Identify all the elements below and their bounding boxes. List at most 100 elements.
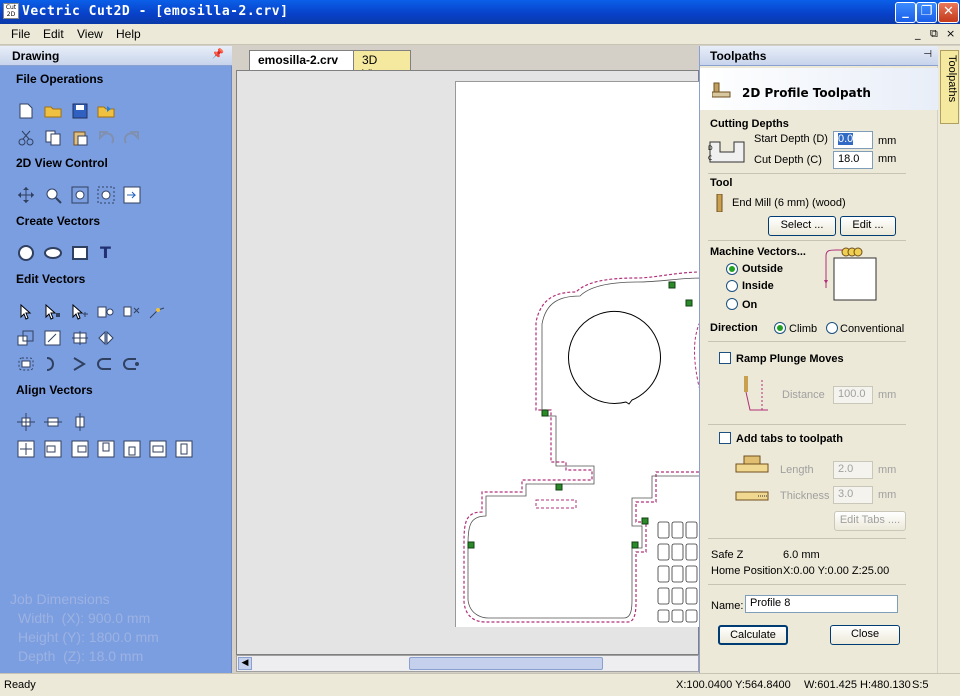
calculate-button[interactable]: Calculate: [718, 625, 788, 645]
ungroup-icon[interactable]: [122, 302, 141, 321]
import-icon[interactable]: [96, 101, 115, 120]
restore-button[interactable]: ❐: [916, 2, 937, 23]
tab-marker[interactable]: [685, 299, 693, 307]
tab-marker[interactable]: [668, 281, 676, 289]
edit-tool-button[interactable]: Edit ...: [840, 216, 896, 236]
close-button[interactable]: ✕: [938, 2, 959, 23]
circle-icon[interactable]: [16, 243, 35, 262]
zoom-all-icon[interactable]: [70, 185, 89, 204]
align-horizontal-icon[interactable]: [148, 439, 167, 458]
close-vector-icon[interactable]: [96, 354, 115, 373]
title-bar[interactable]: Cut 2D Vectric Cut2D - [emosilla-2.crv] …: [0, 0, 960, 24]
mdi-minimize-button[interactable]: _: [915, 27, 921, 40]
menu-file[interactable]: File: [11, 27, 30, 41]
ramp-distance-input[interactable]: 100.0: [833, 386, 873, 404]
ramp-checkbox[interactable]: [719, 352, 731, 364]
scroll-thumb[interactable]: [409, 657, 603, 670]
scale-icon[interactable]: [16, 328, 35, 347]
align-center-icon[interactable]: [16, 412, 35, 431]
align-horizontal-center-icon[interactable]: [43, 412, 62, 431]
mdi-close-button[interactable]: ×: [946, 27, 955, 40]
cut-icon[interactable]: [16, 128, 35, 147]
drawing-view[interactable]: [236, 70, 703, 655]
round-hole: [567, 310, 661, 405]
menu-help[interactable]: Help: [116, 27, 141, 41]
job-width: Width (X): 900.0 mm: [18, 610, 151, 626]
menu-edit[interactable]: Edit: [43, 27, 64, 41]
save-icon[interactable]: [70, 101, 89, 120]
redo-icon[interactable]: [122, 128, 141, 147]
section-create-vectors: Create Vectors: [16, 214, 101, 228]
slot-toolpath: [535, 499, 577, 509]
align-top-icon[interactable]: [96, 439, 115, 458]
rectangle-icon[interactable]: [70, 243, 89, 262]
side-tab-toolpaths[interactable]: Toolpaths: [940, 50, 959, 124]
scroll-left-icon[interactable]: ◀: [238, 657, 252, 670]
zoom-page-icon[interactable]: [122, 185, 141, 204]
menu-view[interactable]: View: [77, 27, 103, 41]
radio-conventional[interactable]: [826, 322, 838, 334]
zoom-selection-icon[interactable]: [96, 185, 115, 204]
radio-on[interactable]: [726, 298, 738, 310]
job-height: Height (Y): 1800.0 mm: [18, 629, 159, 645]
start-depth-label: Start Depth (D): [754, 133, 828, 145]
mdi-restore-button[interactable]: ⧉: [930, 27, 938, 41]
undo-icon[interactable]: [96, 128, 115, 147]
tab-thickness-input[interactable]: 3.0: [833, 486, 873, 504]
align-vertical-icon[interactable]: [174, 439, 193, 458]
align-right-icon[interactable]: [70, 439, 89, 458]
group-icon[interactable]: [96, 302, 115, 321]
join-icon[interactable]: [148, 302, 167, 321]
transform-icon[interactable]: [70, 302, 89, 321]
tab-marker[interactable]: [555, 483, 563, 491]
radio-climb[interactable]: [774, 322, 786, 334]
ramp-distance-label: Distance: [782, 389, 825, 401]
drawing-panel-header: Drawing 📌: [0, 46, 232, 66]
move-icon[interactable]: [70, 328, 89, 347]
copy-icon[interactable]: [43, 128, 62, 147]
tab-emosilla[interactable]: emosilla-2.crv: [249, 50, 361, 70]
open-folder-icon[interactable]: [43, 101, 62, 120]
toolpath-panel-title: Toolpaths: [710, 49, 767, 63]
mirror-icon[interactable]: [96, 328, 115, 347]
edit-tabs-button[interactable]: Edit Tabs ....: [834, 511, 906, 531]
align-vertical-center-icon[interactable]: [70, 412, 89, 431]
select-icon[interactable]: [16, 302, 35, 321]
radio-inside[interactable]: [726, 280, 738, 292]
paste-icon[interactable]: [70, 128, 89, 147]
ellipse-icon[interactable]: [43, 243, 62, 262]
trim-icon[interactable]: [70, 354, 89, 373]
toolpath-name-input[interactable]: Profile 8: [745, 595, 898, 613]
select-tool-button[interactable]: Select ...: [768, 216, 836, 236]
text-icon[interactable]: T: [96, 243, 115, 262]
offset-icon[interactable]: [16, 354, 35, 373]
align-centers-icon[interactable]: [16, 439, 35, 458]
vector-drawing: [463, 271, 703, 623]
tabs-checkbox[interactable]: [719, 432, 731, 444]
tab-length-input[interactable]: 2.0: [833, 461, 873, 479]
material-sheet[interactable]: [455, 81, 703, 627]
zoom-icon[interactable]: [43, 185, 62, 204]
align-bottom-icon[interactable]: [122, 439, 141, 458]
align-left-icon[interactable]: [43, 439, 62, 458]
size-icon[interactable]: [43, 328, 62, 347]
pin-icon[interactable]: 📌: [212, 49, 224, 60]
tab-marker[interactable]: [541, 409, 549, 417]
minimize-button[interactable]: _: [895, 2, 916, 23]
new-file-icon[interactable]: [16, 101, 35, 120]
tab-marker[interactable]: [467, 541, 475, 549]
on-label: On: [742, 299, 758, 311]
pin-icon[interactable]: ⊣: [923, 49, 932, 60]
close-panel-button[interactable]: Close: [830, 625, 900, 645]
pan-icon[interactable]: [16, 185, 35, 204]
tab-marker[interactable]: [641, 517, 649, 525]
tab-marker[interactable]: [631, 541, 639, 549]
weld-icon[interactable]: [122, 354, 141, 373]
tab-3d-view[interactable]: 3D View: [353, 50, 411, 81]
start-depth-input[interactable]: 0.0: [833, 131, 873, 149]
fillet-icon[interactable]: [43, 354, 62, 373]
radio-outside[interactable]: [726, 263, 738, 275]
cut-depth-input[interactable]: 18.0: [833, 151, 873, 169]
horizontal-scrollbar[interactable]: ◀: [236, 655, 699, 672]
node-edit-icon[interactable]: [43, 302, 62, 321]
